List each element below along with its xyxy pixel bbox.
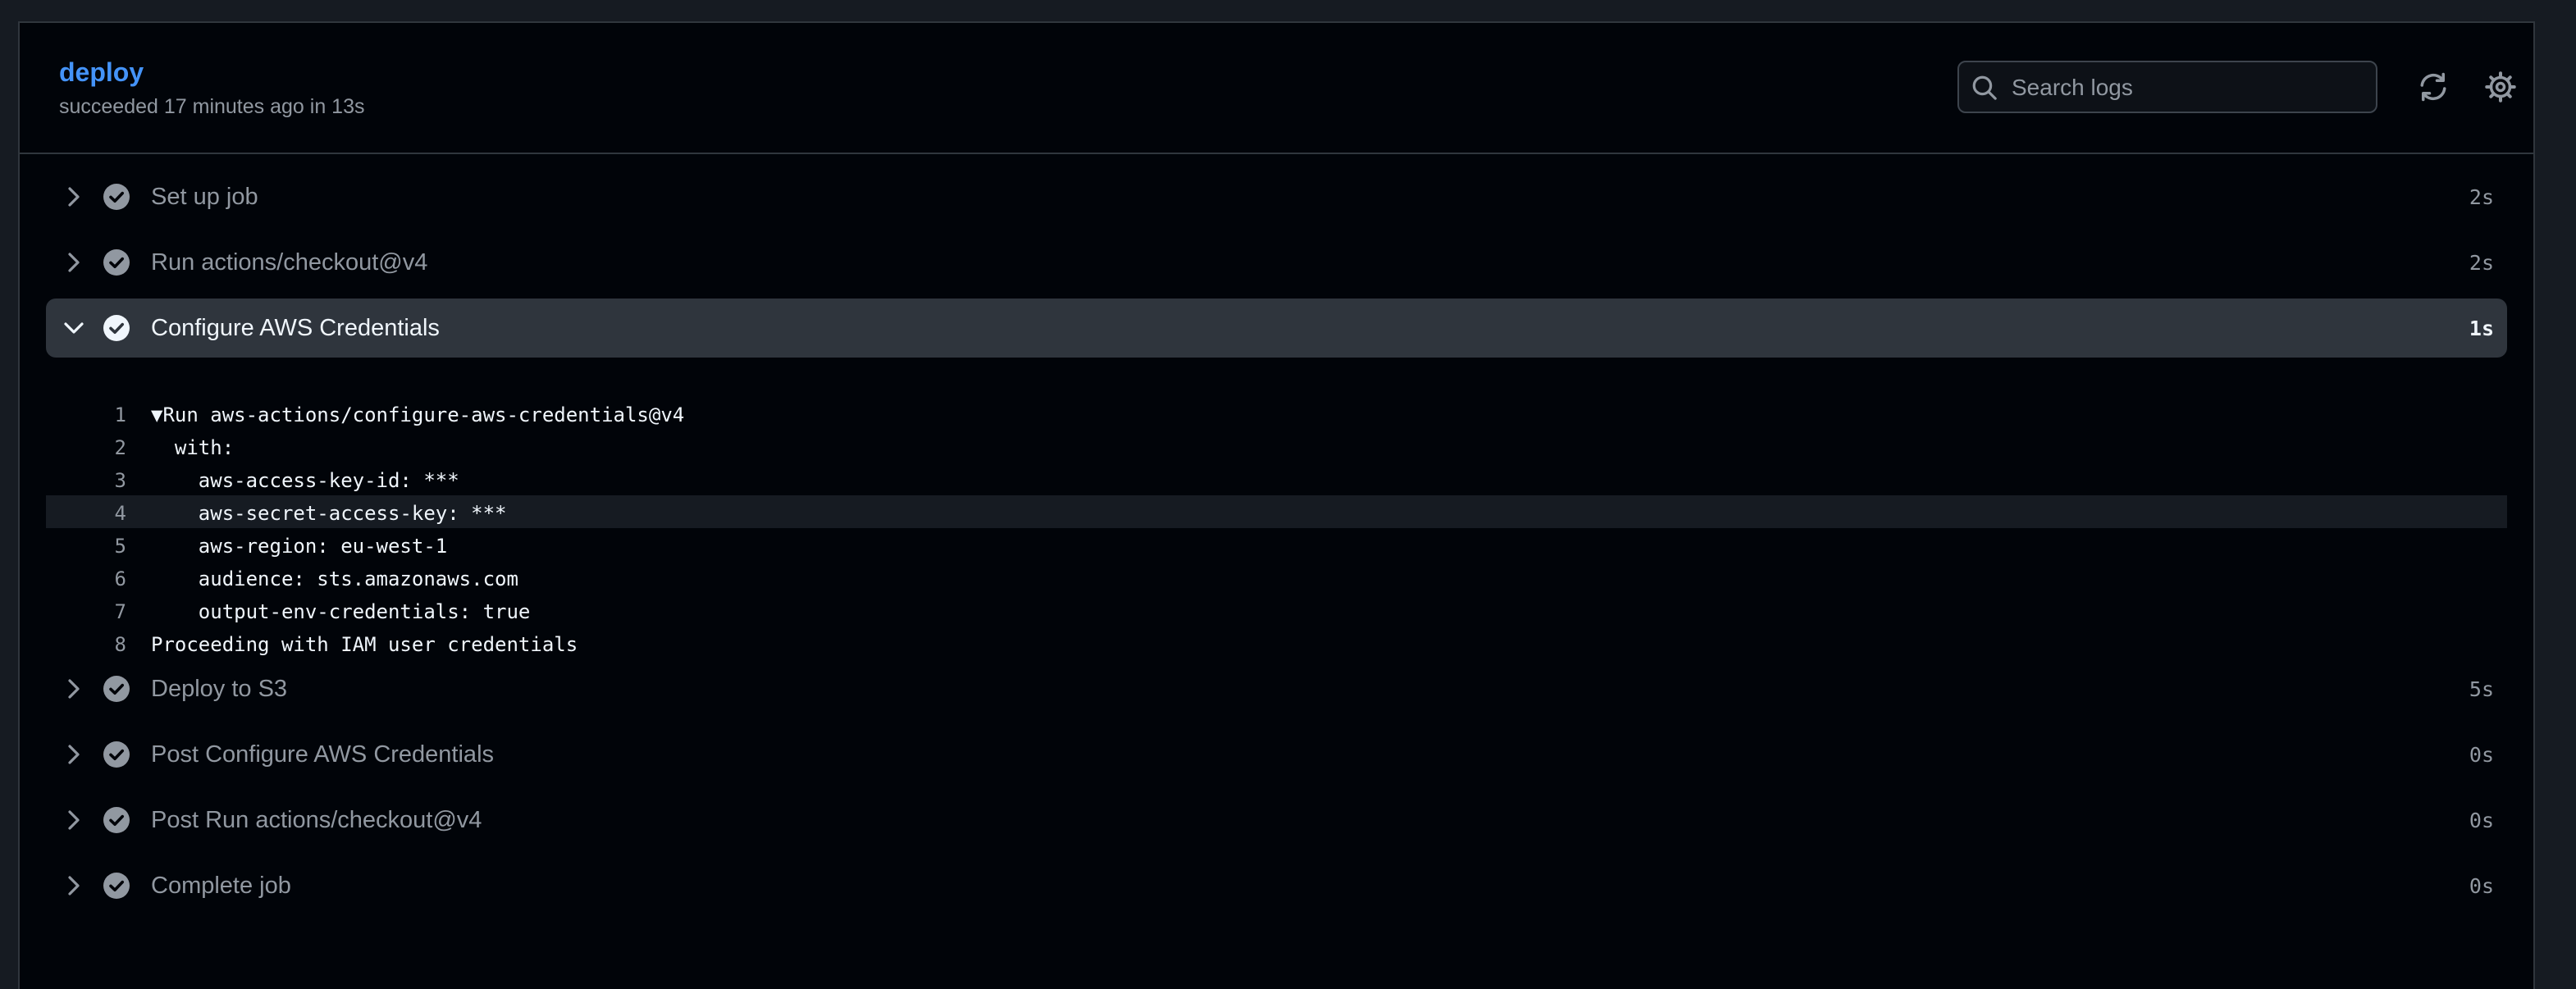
log-text: audience: sts.amazonaws.com — [151, 567, 518, 590]
search-input[interactable] — [2010, 67, 2366, 108]
chevron-right-icon — [68, 679, 80, 699]
line-number[interactable]: 2 — [46, 436, 126, 459]
search-icon — [1972, 75, 1997, 100]
line-number[interactable]: 3 — [46, 469, 126, 492]
sync-icon — [2420, 72, 2446, 102]
step-duration: 0s — [2469, 809, 2494, 832]
job-log-panel: deploy succeeded 17 minutes ago in 13s S… — [18, 21, 2535, 989]
check-circle-icon — [103, 676, 130, 702]
log-text: aws-region: eu-west-1 — [151, 535, 448, 558]
log-line[interactable]: 5 aws-region: eu-west-1 — [46, 528, 2507, 561]
chevron-right-icon — [68, 187, 80, 207]
step-row-checkout[interactable]: Run actions/checkout@v4 2s — [46, 233, 2507, 292]
step-row-deploy-to-s3[interactable]: Deploy to S3 5s — [46, 659, 2507, 718]
check-circle-icon — [103, 873, 130, 899]
log-line-highlighted[interactable]: 4 aws-secret-access-key: *** — [46, 495, 2507, 528]
search-box[interactable] — [1957, 61, 2377, 113]
chevron-right-icon — [68, 810, 80, 830]
step-name: Complete job — [151, 873, 291, 899]
log-text: aws-access-key-id: *** — [151, 469, 459, 492]
log-text: aws-secret-access-key: *** — [151, 502, 507, 525]
step-duration: 5s — [2469, 677, 2494, 701]
line-number[interactable]: 6 — [46, 567, 126, 590]
line-number[interactable]: 4 — [46, 502, 126, 525]
chevron-right-icon — [68, 745, 80, 764]
check-circle-icon — [103, 807, 130, 833]
step-duration: 2s — [2469, 185, 2494, 209]
log-line[interactable]: 1 ▼Run aws-actions/configure-aws-credenti… — [46, 397, 2507, 430]
line-number[interactable]: 5 — [46, 535, 126, 558]
log-line[interactable]: 2 with: — [46, 430, 2507, 463]
step-name: Set up job — [151, 184, 258, 210]
step-name: Configure AWS Credentials — [151, 315, 440, 341]
log-text: Proceeding with IAM user credentials — [151, 633, 578, 656]
check-circle-icon — [103, 315, 130, 341]
log-text: with: — [151, 436, 235, 459]
step-name: Run actions/checkout@v4 — [151, 249, 428, 276]
gear-icon — [2485, 71, 2516, 103]
job-status-text: succeeded 17 minutes ago in 13s — [59, 95, 365, 118]
step-duration: 1s — [2469, 317, 2494, 340]
line-number[interactable]: 7 — [46, 600, 126, 623]
step-name: Post Configure AWS Credentials — [151, 741, 495, 768]
step-row-configure-aws-credentials[interactable]: Configure AWS Credentials 1s — [46, 299, 2507, 358]
step-duration: 0s — [2469, 874, 2494, 898]
log-text: output-env-credentials: true — [151, 600, 531, 623]
log-line[interactable]: 8 Proceeding with IAM user credentials — [46, 627, 2507, 659]
check-circle-icon — [103, 741, 130, 768]
log-line[interactable]: 6 audience: sts.amazonaws.com — [46, 561, 2507, 594]
line-number[interactable]: 1 — [46, 403, 126, 426]
step-row-complete-job[interactable]: Complete job 0s — [46, 856, 2507, 915]
step-name: Post Run actions/checkout@v4 — [151, 807, 482, 833]
log-text[interactable]: ▼Run aws-actions/configure-aws-credentia… — [151, 403, 684, 426]
check-circle-icon — [103, 249, 130, 276]
chevron-right-icon — [68, 253, 80, 272]
log-output: 1 ▼Run aws-actions/configure-aws-credenti… — [46, 397, 2507, 659]
check-circle-icon — [103, 184, 130, 210]
step-duration: 0s — [2469, 743, 2494, 767]
step-row-post-checkout[interactable]: Post Run actions/checkout@v4 0s — [46, 791, 2507, 850]
log-line[interactable]: 7 output-env-credentials: true — [46, 594, 2507, 627]
settings-button[interactable] — [2484, 71, 2517, 103]
step-name: Deploy to S3 — [151, 676, 288, 702]
job-title-link[interactable]: deploy — [59, 57, 144, 88]
step-duration: 2s — [2469, 251, 2494, 275]
refresh-button[interactable] — [2417, 71, 2450, 103]
job-header: deploy succeeded 17 minutes ago in 13s — [20, 23, 2533, 154]
log-line[interactable]: 3 aws-access-key-id: *** — [46, 463, 2507, 495]
chevron-right-icon — [68, 876, 80, 896]
step-row-set-up-job[interactable]: Set up job 2s — [46, 167, 2507, 226]
step-row-post-configure-aws-credentials[interactable]: Post Configure AWS Credentials 0s — [46, 725, 2507, 784]
chevron-down-icon — [64, 322, 84, 334]
line-number[interactable]: 8 — [46, 633, 126, 656]
